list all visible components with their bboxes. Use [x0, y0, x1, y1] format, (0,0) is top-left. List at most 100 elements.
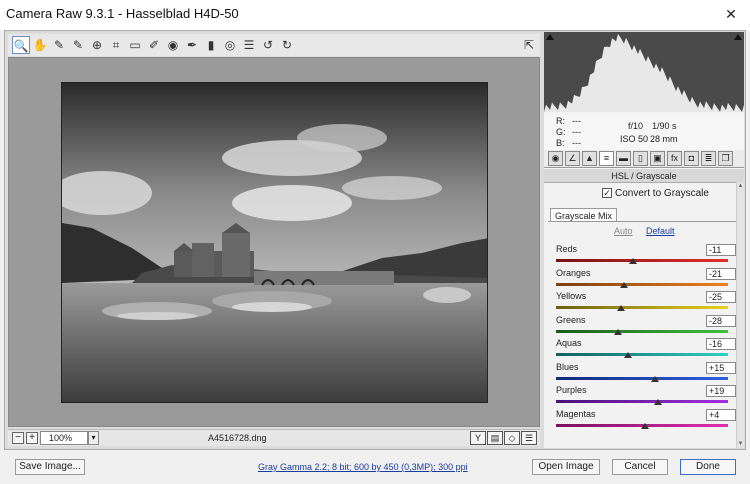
done-button[interactable]: Done — [680, 459, 736, 475]
slider-track[interactable] — [556, 400, 728, 403]
rotate-cw-icon[interactable]: ↻ — [278, 36, 296, 54]
tone-curve-tab-icon[interactable]: ∠ — [565, 151, 580, 166]
adjustment-brush-icon[interactable]: ✒ — [183, 36, 201, 54]
swap-settings-button[interactable]: ▤ — [487, 431, 503, 445]
photo-castle-grayscale[interactable] — [61, 82, 488, 403]
radial-filter-icon[interactable]: ◎ — [221, 36, 239, 54]
color-sampler-icon[interactable]: ✎ — [69, 36, 87, 54]
save-image-button[interactable]: Save Image... — [15, 459, 85, 475]
crop-icon[interactable]: ⌗ — [107, 36, 125, 54]
presets-tab-icon[interactable]: ≣ — [701, 151, 716, 166]
window-title: Camera Raw 9.3.1 - Hasselblad H4D-50 — [6, 6, 239, 21]
slider-thumb[interactable] — [616, 305, 625, 311]
panel-scrollbar[interactable]: ▲ ▼ — [736, 182, 744, 448]
convert-to-grayscale[interactable]: ✓ Convert to Grayscale — [602, 188, 709, 199]
detail-tab-icon[interactable]: ▲ — [582, 151, 597, 166]
slider-thumb[interactable] — [619, 281, 628, 288]
tab-grayscale-mix[interactable]: Grayscale Mix — [550, 208, 618, 222]
slider-thumb[interactable] — [654, 399, 663, 405]
slider-thumb[interactable] — [641, 422, 650, 429]
default-link[interactable]: Default — [646, 226, 675, 236]
slider-value-field[interactable]: -25 — [706, 291, 736, 303]
panel-tabs: ◉ ∠ ▲ ≡ ▬ ▯ ▣ fx ◘ ≣ ❐ — [544, 150, 744, 168]
focal-length-value: 28 mm — [650, 134, 678, 144]
open-image-button[interactable]: Open Image — [532, 459, 600, 475]
slider-track[interactable] — [556, 329, 728, 333]
iso-value: ISO 50 — [620, 134, 649, 144]
slider-value-field[interactable]: +19 — [706, 385, 736, 397]
white-balance-icon[interactable]: ✎ — [50, 36, 68, 54]
zoom-icon[interactable]: 🔍 — [12, 36, 30, 54]
shutter-value: 1/90 s — [652, 121, 677, 131]
slider-label: Reds — [556, 244, 578, 254]
close-icon[interactable]: ✕ — [712, 0, 750, 28]
aperture-value: f/10 — [628, 121, 644, 131]
auto-link[interactable]: Auto — [614, 226, 633, 236]
slider-purples: Purples +19 — [556, 385, 736, 409]
r-value: --- — [572, 116, 581, 126]
snapshots-tab-icon[interactable]: ❐ — [718, 151, 733, 166]
cancel-button[interactable]: Cancel — [612, 459, 668, 475]
before-after-toggle-button[interactable]: Y — [470, 431, 486, 445]
hsl-tab-icon[interactable]: ≡ — [599, 151, 614, 166]
fullscreen-toggle-icon[interactable]: ⇱ — [520, 36, 538, 54]
panel-title: HSL / Grayscale — [544, 169, 744, 183]
slider-thumb[interactable] — [613, 328, 622, 335]
camera-calibration-tab-icon[interactable]: ◘ — [684, 151, 699, 166]
straighten-icon[interactable]: ▭ — [126, 36, 144, 54]
zoom-out-button[interactable]: − — [12, 432, 24, 444]
lens-tab-icon[interactable]: ▯ — [633, 151, 648, 166]
scroll-up-icon[interactable]: ▲ — [737, 182, 744, 190]
graduated-filter-icon[interactable]: ▮ — [202, 36, 220, 54]
r-label: R: — [556, 116, 565, 126]
preview-settings-button[interactable]: ☰ — [521, 431, 537, 445]
copy-settings-button[interactable]: ◇ — [504, 431, 520, 445]
preferences-icon[interactable]: ☰ — [240, 36, 258, 54]
effects-tab-icon[interactable]: ▣ — [650, 151, 665, 166]
slider-track[interactable] — [556, 306, 728, 309]
slider-aquas: Aquas -16 — [556, 338, 736, 362]
spot-removal-icon[interactable]: ✐ — [145, 36, 163, 54]
slider-track[interactable] — [556, 259, 728, 262]
histogram-graph — [544, 34, 744, 112]
slider-value-field[interactable]: +4 — [706, 408, 736, 421]
split-toning-tab-icon[interactable]: ▬ — [616, 151, 631, 166]
convert-to-grayscale-checkbox[interactable]: ✓ — [602, 188, 612, 199]
image-preview[interactable] — [8, 57, 540, 427]
subtab-divider — [548, 221, 740, 222]
slider-value-field[interactable]: -28 — [706, 314, 736, 327]
slider-value-field[interactable]: -21 — [706, 267, 736, 280]
slider-thumb[interactable] — [628, 258, 637, 264]
zoom-level-field[interactable]: 100% — [40, 431, 88, 445]
red-eye-icon[interactable]: ◉ — [164, 36, 182, 54]
zoom-in-button[interactable]: + — [26, 432, 38, 444]
slider-value-field[interactable]: -11 — [706, 244, 736, 256]
toolbar: ⇱ 🔍 ✋ ✎ ✎ ⊕ ⌗ ▭ ✐ ◉ ✒ ▮ ◎ ☰ ↺ ↻ — [8, 34, 540, 56]
slider-track[interactable] — [556, 376, 728, 380]
chevron-down-icon[interactable]: ▾ — [88, 431, 99, 445]
b-label: B: — [556, 138, 565, 148]
slider-track[interactable] — [556, 353, 728, 356]
slider-yellows: Yellows -25 — [556, 291, 736, 315]
g-value: --- — [572, 127, 581, 137]
g-label: G: — [556, 127, 566, 137]
b-value: --- — [572, 138, 581, 148]
target-adjust-icon[interactable]: ⊕ — [88, 36, 106, 54]
hand-icon[interactable]: ✋ — [31, 36, 49, 54]
workflow-options-link[interactable]: Gray Gamma 2.2; 8 bit; 600 by 450 (0,3MP… — [258, 462, 468, 472]
slider-thumb[interactable] — [650, 375, 659, 382]
title-bar: Camera Raw 9.3.1 - Hasselblad H4D-50 ✕ — [0, 0, 750, 30]
fx-tab-icon[interactable]: fx — [667, 151, 682, 166]
basic-tab-icon[interactable]: ◉ — [548, 151, 563, 166]
convert-to-grayscale-label: Convert to Grayscale — [615, 188, 709, 199]
slider-thumb[interactable] — [624, 352, 633, 358]
slider-value-field[interactable]: +15 — [706, 361, 736, 374]
slider-label: Aquas — [556, 338, 582, 348]
rotate-ccw-icon[interactable]: ↺ — [259, 36, 277, 54]
slider-track[interactable] — [556, 282, 728, 286]
scroll-down-icon[interactable]: ▼ — [737, 440, 744, 448]
status-bar: − + 100% ▾ A4516728.dng Y ▤ ◇ ☰ — [8, 429, 540, 446]
slider-value-field[interactable]: -16 — [706, 338, 736, 350]
histogram — [544, 32, 744, 112]
slider-magentas: Magentas +4 — [556, 408, 736, 433]
